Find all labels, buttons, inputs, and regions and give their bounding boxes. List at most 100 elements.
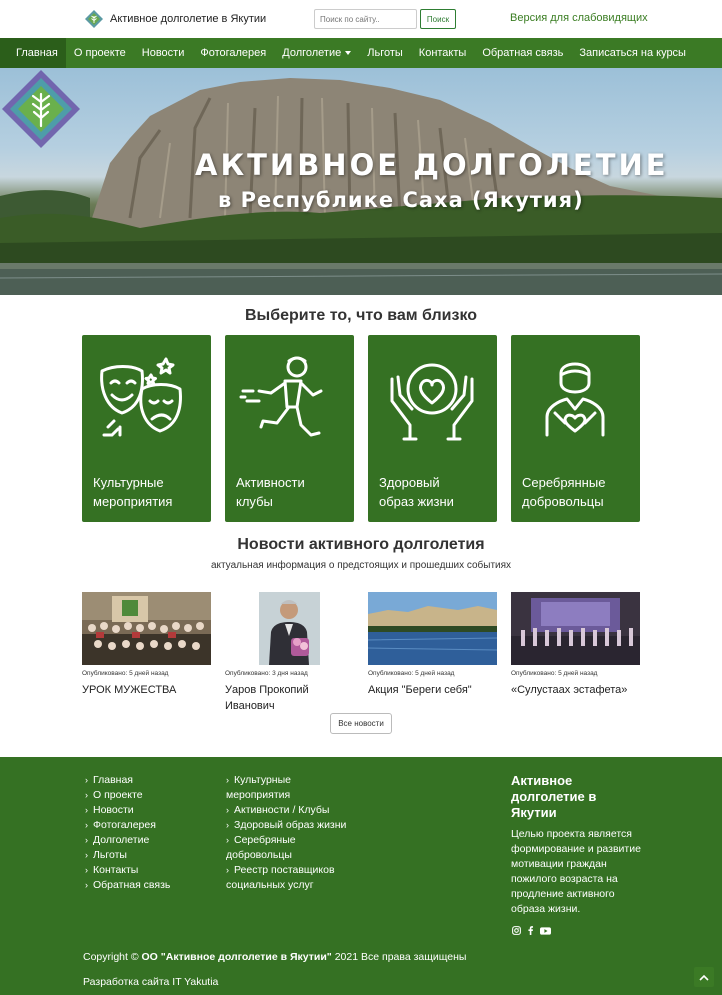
site-footer: › Главная › О проекте › Новости › Фотогалере… (0, 757, 722, 995)
nav-item-label: Главная (16, 47, 58, 59)
chevron-right-icon: › (85, 790, 88, 800)
nav-item-label: Обратная связь (482, 47, 564, 59)
nav-item-courses[interactable]: Записаться на курсы (571, 38, 694, 68)
nav-item-label: Фотогалерея (200, 47, 267, 59)
chevron-right-icon: › (85, 835, 88, 845)
footer-link-activities-clubs[interactable]: › Активности / Клубы (226, 803, 376, 818)
nav-item-label: Льготы (367, 47, 403, 59)
news-publish-date: Опубликовано: 5 дней назад (368, 670, 455, 677)
footer-link-longevity[interactable]: › Долголетие (85, 833, 170, 848)
news-thumbnail-portrait (225, 592, 354, 665)
footer-menu-main: › Главная › О проекте › Новости › Фотогалере… (85, 773, 170, 893)
chevron-right-icon: › (226, 865, 229, 875)
chevron-right-icon: › (226, 835, 229, 845)
news-publish-date: Опубликовано: 3 дня назад (225, 670, 308, 677)
nav-item-home[interactable]: Главная (0, 38, 66, 68)
nav-item-news[interactable]: Новости (134, 38, 193, 68)
nav-item-feedback[interactable]: Обратная связь (474, 38, 571, 68)
chevron-right-icon: › (85, 865, 88, 875)
footer-link-feedback[interactable]: › Обратная связь (85, 878, 170, 893)
news-card[interactable]: Опубликовано: 5 дней назад «Сулустаах эс… (511, 592, 640, 698)
footer-link-silver-volunteers[interactable]: › Серебряные добровольцы (226, 833, 376, 863)
nav-item-about[interactable]: О проекте (66, 38, 134, 68)
nav-item-label: Долголетие (282, 47, 342, 59)
chevron-right-icon: › (226, 805, 229, 815)
search-button[interactable]: Поиск (420, 9, 456, 29)
news-card[interactable]: Опубликовано: 5 дней назад УРОК МУЖЕСТВА (82, 592, 211, 698)
chevron-right-icon: › (85, 820, 88, 830)
chevron-right-icon: › (226, 820, 229, 830)
nav-item-gallery[interactable]: Фотогалерея (192, 38, 274, 68)
instagram-icon[interactable] (512, 926, 521, 935)
search-input[interactable] (314, 9, 417, 29)
nav-item-label: Новости (141, 47, 185, 59)
chevron-right-icon: › (85, 880, 88, 890)
news-thumbnail-group-photo (82, 592, 211, 665)
footer-link-providers-registry[interactable]: › Реестр поставщиков социальных услуг (226, 863, 376, 893)
hero-logo-icon (2, 70, 80, 148)
site-logo-icon (85, 10, 103, 28)
category-tiles: Культурные мероприятия Активности клубы Зд… (82, 335, 640, 522)
news-subheading: актуальная информация о предстоящих и пр… (210, 560, 512, 571)
hands-heart-icon (390, 363, 474, 441)
tile-healthy-lifestyle[interactable]: Здоровый образ жизни (368, 335, 497, 522)
footer-link-about[interactable]: › О проекте (85, 788, 170, 803)
running-man-icon (239, 356, 323, 437)
copyright-text: Copyright © ОО "Активное долголетие в Як… (83, 951, 467, 963)
nav-item-benefits[interactable]: Льготы (359, 38, 411, 68)
nav-item-label: Контакты (418, 47, 467, 59)
theater-masks-icon (100, 357, 182, 437)
news-heading: Новости активного долголетия (237, 536, 485, 553)
footer-link-cultural-events[interactable]: › Культурные мероприятия (226, 773, 376, 803)
tile-label: Культурные мероприятия (93, 475, 173, 509)
news-card[interactable]: Опубликовано: 5 дней назад Акция "Береги… (368, 592, 497, 698)
news-title: УРОК МУЖЕСТВА (82, 684, 177, 696)
site-name: Активное долголетие в Якутии (110, 13, 267, 25)
caret-down-icon (345, 51, 352, 55)
chevron-right-icon: › (85, 805, 88, 815)
facebook-icon[interactable] (527, 926, 534, 935)
chevron-right-icon: › (226, 775, 229, 785)
news-thumbnail-stage-event (511, 592, 640, 665)
developer-credit: Разработка сайта IT Yakutia (83, 976, 219, 988)
footer-about-text: Целью проекта является формирование и ра… (511, 828, 641, 915)
footer-link-gallery[interactable]: › Фотогалерея (85, 818, 170, 833)
chevron-right-icon: › (85, 850, 88, 860)
tile-label: Здоровый образ жизни (379, 475, 454, 509)
volunteer-heart-icon (545, 362, 605, 437)
news-card[interactable]: Опубликовано: 3 дня назад Уаров Прокопий… (225, 592, 354, 714)
footer-menu-activities: › Культурные мероприятия › Активности / Клу… (226, 773, 376, 893)
news-publish-date: Опубликовано: 5 дней назад (82, 670, 169, 677)
footer-link-news[interactable]: › Новости (85, 803, 170, 818)
footer-link-benefits[interactable]: › Льготы (85, 848, 170, 863)
tile-silver-volunteers[interactable]: Серебрянные добровольцы (511, 335, 640, 522)
footer-link-contacts[interactable]: › Контакты (85, 863, 170, 878)
footer-about-title: Активное долголетие в Якутии (511, 773, 597, 820)
tile-label: Активности клубы (236, 475, 305, 509)
social-links (512, 926, 551, 935)
nav-item-contacts[interactable]: Контакты (411, 38, 475, 68)
tile-label: Серебрянные добровольцы (522, 475, 606, 509)
all-news-button[interactable]: Все новости (330, 713, 392, 734)
footer-link-healthy-lifestyle[interactable]: › Здоровый образ жизни (226, 818, 376, 833)
low-vision-version-link[interactable]: Версия для слабовидящих (510, 12, 648, 24)
site-brand-link[interactable]: Активное долголетие в Якутии (84, 9, 266, 29)
youtube-icon[interactable] (540, 926, 551, 935)
main-nav: Главная О проекте Новости Фотогалерея До… (0, 38, 722, 68)
nav-item-label: О проекте (73, 47, 126, 59)
top-header: Активное долголетие в Якутии Поиск Верси… (0, 0, 722, 38)
hero-title: АКТИВНОЕ ДОЛГОЛЕТИЕ (195, 148, 669, 182)
tile-activities-clubs[interactable]: Активности клубы (225, 335, 354, 522)
chevron-right-icon: › (85, 775, 88, 785)
news-thumbnail-lake (368, 592, 497, 665)
nav-item-longevity-dropdown[interactable]: Долголетие (274, 38, 359, 68)
scroll-to-top-button[interactable] (694, 967, 714, 987)
hero-banner: АКТИВНОЕ ДОЛГОЛЕТИЕ в Республике Саха (Я… (0, 68, 722, 295)
news-title: Уаров Прокопий Иванович (225, 684, 309, 712)
footer-link-home[interactable]: › Главная (85, 773, 170, 788)
choose-heading: Выберите то, что вам близко (244, 307, 478, 324)
nav-item-label: Записаться на курсы (579, 47, 686, 59)
news-publish-date: Опубликовано: 5 дней назад (511, 670, 598, 677)
news-title: Акция "Береги себя" (368, 684, 472, 696)
tile-cultural-events[interactable]: Культурные мероприятия (82, 335, 211, 522)
